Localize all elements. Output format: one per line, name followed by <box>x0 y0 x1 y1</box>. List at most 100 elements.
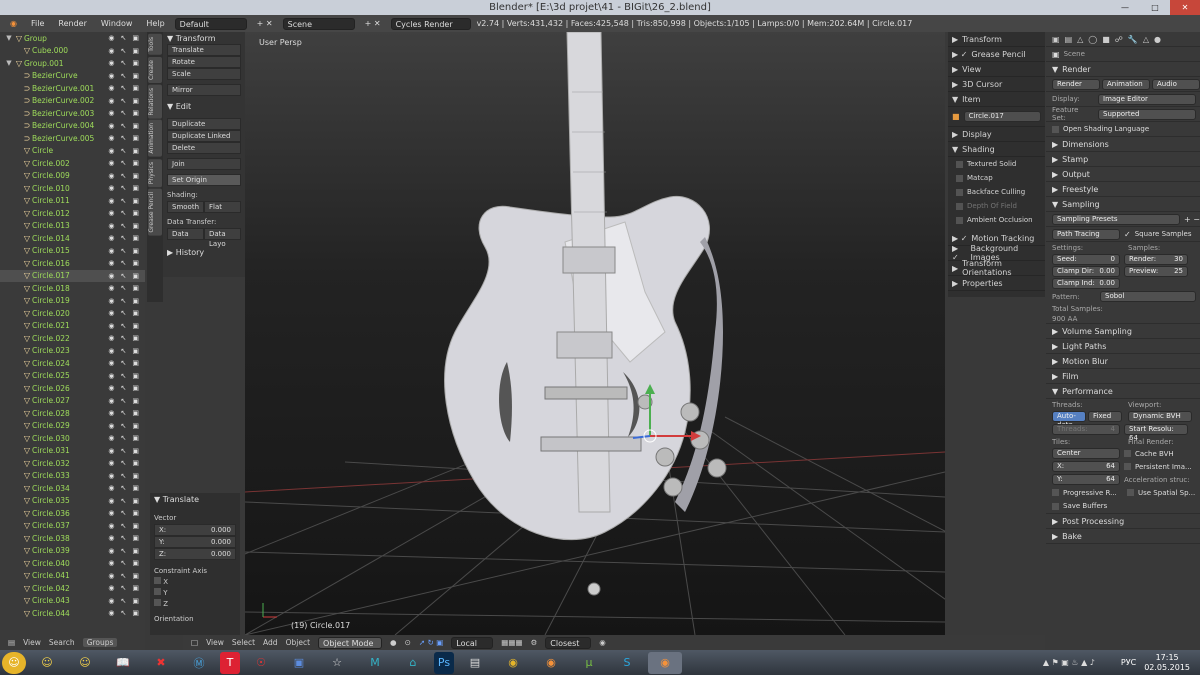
eye-icon[interactable]: ◉ <box>108 159 114 167</box>
outliner-row[interactable]: ▽ Circle.043 ◉ ↖ ▣ <box>0 595 145 608</box>
render-camera-icon[interactable]: ▣ <box>132 47 139 55</box>
sampling-panel-header[interactable]: ▼ Sampling <box>1046 197 1200 212</box>
cursor-select-icon[interactable]: ↖ <box>121 297 127 305</box>
outliner-row[interactable]: ▽ Circle.010 ◉ ↖ ▣ <box>0 182 145 195</box>
language-indicator[interactable]: РУС <box>1121 658 1136 667</box>
animation-button[interactable]: Animation <box>1102 78 1150 90</box>
render-camera-icon[interactable]: ▣ <box>132 209 139 217</box>
cursor-select-icon[interactable]: ↖ <box>121 334 127 342</box>
cursor-select-icon[interactable]: ↖ <box>121 59 127 67</box>
cursor-select-icon[interactable]: ↖ <box>121 572 127 580</box>
pivot-icon[interactable]: ⊙ <box>405 638 411 647</box>
visibility-icons[interactable]: ◉ ↖ ▣ <box>108 134 139 142</box>
rotate-button[interactable]: Rotate <box>167 56 241 68</box>
maximize-button[interactable]: □ <box>1140 0 1170 15</box>
render-camera-icon[interactable]: ▣ <box>132 72 139 80</box>
shading-option-checkbox[interactable]: Matcap <box>948 171 1045 185</box>
join-button[interactable]: Join <box>167 158 241 170</box>
collapsed-panel-header[interactable]: ▶ Volume Sampling <box>1046 324 1200 339</box>
auto-detect-threads-button[interactable]: Auto-dete <box>1052 411 1086 429</box>
osl-checkbox[interactable]: Open Shading Language <box>1046 122 1200 137</box>
visibility-icons[interactable]: ◉ ↖ ▣ <box>108 247 139 255</box>
render-camera-icon[interactable]: ▣ <box>132 334 139 342</box>
checkbox-icon[interactable] <box>956 188 963 196</box>
visibility-icons[interactable]: ◉ ↖ ▣ <box>108 84 139 92</box>
manipulator-icon[interactable]: ➚ ↻ ▣ <box>419 638 443 647</box>
visibility-icons[interactable]: ◉ ↖ ▣ <box>108 472 139 480</box>
cursor-select-icon[interactable]: ↖ <box>121 72 127 80</box>
tool-tab[interactable]: Animation <box>148 120 162 157</box>
outliner-display-mode[interactable]: Groups <box>82 638 118 647</box>
cursor-select-icon[interactable]: ↖ <box>121 184 127 192</box>
seed-field[interactable]: Seed: 0 <box>1052 253 1120 265</box>
render-camera-icon[interactable]: ▣ <box>132 597 139 605</box>
blender-active-icon[interactable]: ◉ <box>648 651 682 674</box>
cursor-select-icon[interactable]: ↖ <box>121 397 127 405</box>
visibility-icons[interactable]: ◉ ↖ ▣ <box>108 147 139 155</box>
cursor-select-icon[interactable]: ↖ <box>121 84 127 92</box>
tile-order-select[interactable]: Center <box>1052 448 1120 459</box>
eye-icon[interactable]: ◉ <box>108 384 114 392</box>
close-button[interactable]: ✕ <box>1170 0 1200 15</box>
render-camera-icon[interactable]: ▣ <box>132 184 139 192</box>
visibility-icons[interactable]: ◉ ↖ ▣ <box>108 272 139 280</box>
render-camera-icon[interactable]: ▣ <box>132 509 139 517</box>
render-camera-icon[interactable]: ▣ <box>132 522 139 530</box>
visibility-icons[interactable]: ◉ ↖ ▣ <box>108 222 139 230</box>
tool-tab[interactable]: Create <box>148 56 162 83</box>
render-camera-icon[interactable]: ▣ <box>132 434 139 442</box>
app-c-icon[interactable]: ☉ <box>244 652 278 674</box>
edit-section-header[interactable]: ▼ Edit <box>163 100 245 112</box>
visibility-icons[interactable]: ◉ ↖ ▣ <box>108 609 139 617</box>
outliner-row[interactable]: ▽ Circle.022 ◉ ↖ ▣ <box>0 332 145 345</box>
render-camera-icon[interactable]: ▣ <box>132 447 139 455</box>
scene-tab-icon[interactable]: △ <box>1077 35 1083 44</box>
eye-icon[interactable]: ◉ <box>108 72 114 80</box>
eye-icon[interactable]: ◉ <box>108 534 114 542</box>
render-camera-icon[interactable]: ▣ <box>132 347 139 355</box>
render-camera-icon[interactable]: ▣ <box>132 309 139 317</box>
shading-option-checkbox[interactable]: Textured Solid <box>948 157 1045 171</box>
progressive-refine-checkbox[interactable]: Progressive R... <box>1063 489 1123 497</box>
visibility-icons[interactable]: ◉ ↖ ▣ <box>108 284 139 292</box>
tool-tab[interactable]: Physics <box>148 158 162 188</box>
menu-window[interactable]: Window <box>97 19 137 28</box>
cursor-select-icon[interactable]: ↖ <box>121 497 127 505</box>
mirror-button[interactable]: Mirror <box>167 84 241 96</box>
visibility-icons[interactable]: ◉ ↖ ▣ <box>108 184 139 192</box>
shading-mode-icon[interactable]: ● <box>390 638 397 647</box>
eye-icon[interactable]: ◉ <box>108 484 114 492</box>
transform-orientation-select[interactable]: Local <box>451 636 494 649</box>
outliner-row[interactable]: ▽ Circle.031 ◉ ↖ ▣ <box>0 445 145 458</box>
clock[interactable]: 17:15 02.05.2015 <box>1144 653 1190 673</box>
outliner-row[interactable]: ▽ Circle.021 ◉ ↖ ▣ <box>0 320 145 333</box>
utorrent-icon[interactable]: μ <box>572 652 606 674</box>
render-camera-icon[interactable]: ▣ <box>132 359 139 367</box>
outliner-row[interactable]: ▽ Circle.012 ◉ ↖ ▣ <box>0 207 145 220</box>
eye-icon[interactable]: ◉ <box>108 197 114 205</box>
outliner-row[interactable]: ▽ Circle.024 ◉ ↖ ▣ <box>0 357 145 370</box>
outliner-editor-icon[interactable]: ▤ <box>8 638 15 647</box>
mudbox-icon[interactable]: ⌂ <box>396 652 430 674</box>
maya-icon[interactable]: M <box>358 652 392 674</box>
set-origin-button[interactable]: Set Origin <box>167 174 241 186</box>
select-menu[interactable]: Select <box>232 638 255 647</box>
collapsed-panel-header[interactable]: ▶ Light Paths <box>1046 339 1200 354</box>
eye-icon[interactable]: ◉ <box>108 472 114 480</box>
render-camera-icon[interactable]: ▣ <box>132 197 139 205</box>
outliner-row[interactable]: ⊃ BezierCurve.001 ◉ ↖ ▣ <box>0 82 145 95</box>
outliner-row[interactable]: ▽ Circle.013 ◉ ↖ ▣ <box>0 220 145 233</box>
render-button[interactable]: Render <box>1052 78 1100 90</box>
eye-icon[interactable]: ◉ <box>108 547 114 555</box>
outliner-row[interactable]: ▽ Circle.038 ◉ ↖ ▣ <box>0 532 145 545</box>
n-3d-cursor-header[interactable]: ▶ 3D Cursor <box>948 77 1045 92</box>
cursor-select-icon[interactable]: ↖ <box>121 534 127 542</box>
outliner-row[interactable]: ⊃ BezierCurve.003 ◉ ↖ ▣ <box>0 107 145 120</box>
data-tab-icon[interactable]: △ <box>1143 35 1149 44</box>
outliner-row[interactable]: ⊃ BezierCurve.004 ◉ ↖ ▣ <box>0 120 145 133</box>
menu-render[interactable]: Render <box>54 19 90 28</box>
render-camera-icon[interactable]: ▣ <box>132 222 139 230</box>
visibility-icons[interactable]: ◉ ↖ ▣ <box>108 597 139 605</box>
eye-icon[interactable]: ◉ <box>108 309 114 317</box>
tile-y-field[interactable]: Y: 64 <box>1052 474 1120 485</box>
